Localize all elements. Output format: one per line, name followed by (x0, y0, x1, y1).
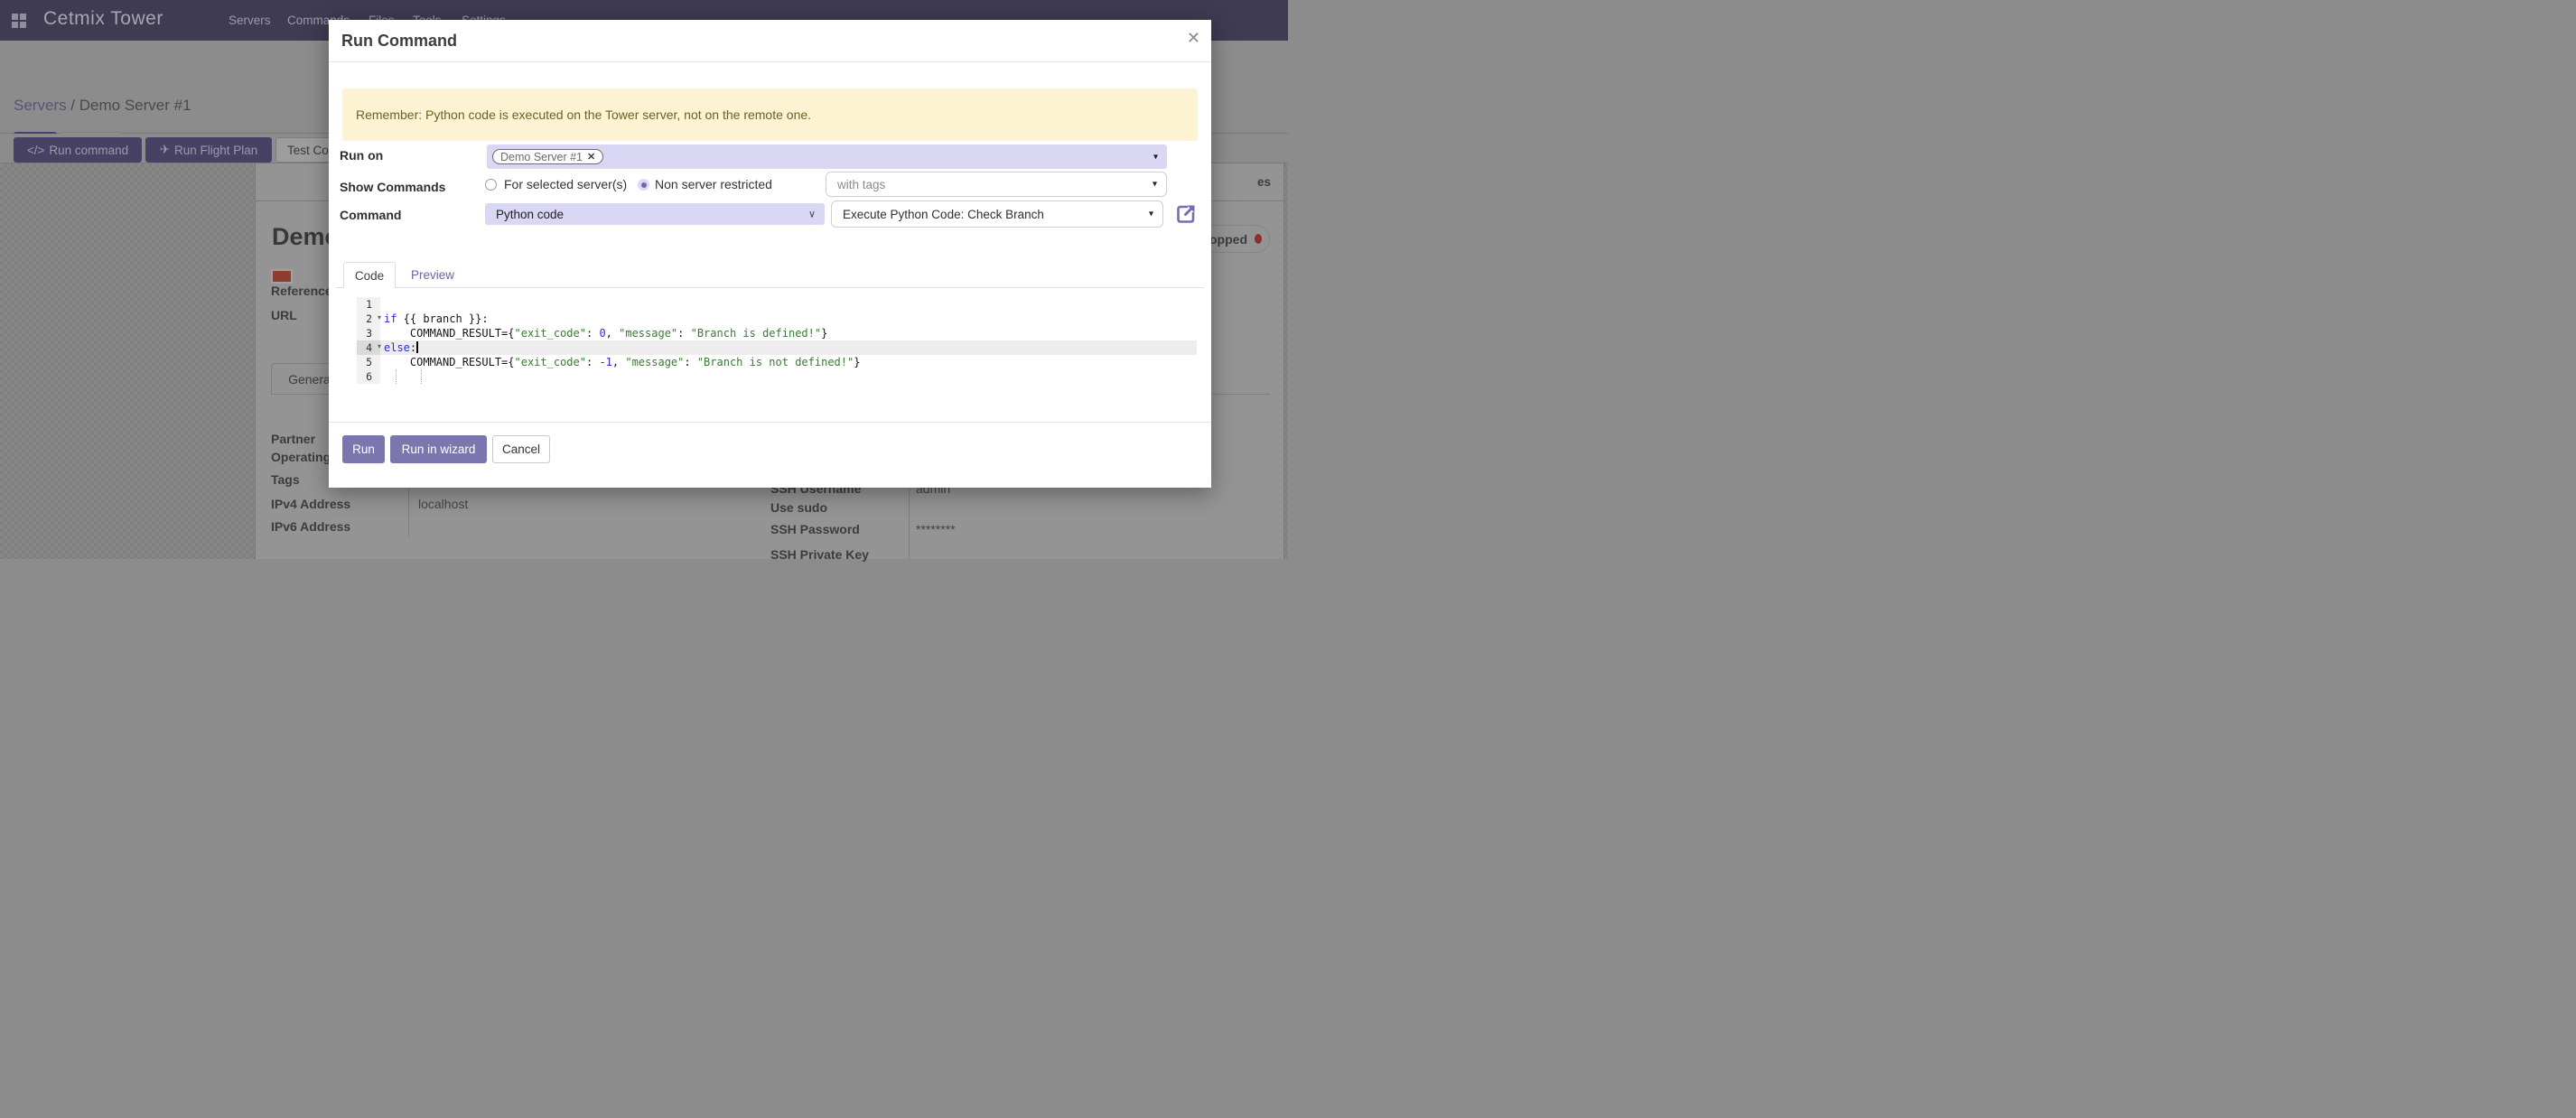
editor-line[interactable]: 4▾else: (357, 340, 1197, 355)
server-tag-label: Demo Server #1 (500, 151, 583, 163)
dialog-title: Run Command (341, 32, 457, 51)
editor-gutter-cell[interactable]: 2▾ (357, 312, 380, 326)
dropdown-caret-icon: ▾ (1149, 210, 1153, 219)
editor-line[interactable]: 3 COMMAND_RESULT={"exit_code": 0, "messa… (357, 326, 1197, 340)
editor-gutter-cell[interactable]: 5 (357, 355, 380, 369)
run-command-label: Run command (49, 144, 128, 157)
tabs-divider (336, 287, 1204, 288)
dropdown-caret-icon: ▾ (1153, 180, 1157, 190)
warning-alert: Remember: Python code is executed on the… (342, 89, 1198, 141)
code-editor[interactable]: 12▾if {{ branch }}:3 COMMAND_RESULT={"ex… (357, 297, 1197, 384)
partner-label: Partner (271, 432, 315, 446)
nav-item-servers[interactable]: Servers (229, 14, 271, 27)
breadcrumb-separator: / (67, 97, 79, 114)
operating-system-label: Operating (271, 450, 331, 464)
ssh-private-key-label: SSH Private Key (770, 547, 869, 562)
text-cursor (416, 341, 418, 353)
radio-for-selected-servers-label[interactable]: For selected server(s) (504, 177, 627, 191)
dialog-header: Run Command ✕ (329, 20, 1211, 62)
editor-gutter-cell[interactable]: 6 (357, 369, 380, 384)
command-type-select[interactable]: Python code ∨ (485, 203, 825, 225)
command-select-value: Execute Python Code: Check Branch (843, 208, 1044, 221)
smart-button-fragment[interactable]: es (1257, 175, 1271, 189)
use-sudo-label: Use sudo (770, 500, 827, 515)
command-type-value: Python code (496, 208, 564, 221)
command-label: Command (340, 208, 401, 222)
breadcrumb-current: Demo Server #1 (79, 97, 191, 114)
status-red-dot-icon (1255, 234, 1262, 244)
radio-for-selected-servers[interactable] (485, 179, 497, 191)
tab-code-label: Code (355, 269, 384, 283)
code-icon: </> (27, 144, 45, 157)
run-in-wizard-button[interactable]: Run in wizard (390, 435, 487, 463)
run-on-label: Run on (340, 148, 383, 163)
server-tag[interactable]: Demo Server #1 ✕ (492, 149, 603, 164)
footer-divider (329, 422, 1211, 423)
tag-remove-icon[interactable]: ✕ (587, 151, 595, 163)
editor-gutter-cell[interactable]: 4▾ (357, 340, 380, 355)
with-tags-placeholder: with tags (837, 178, 885, 191)
run-command-button[interactable]: </> Run command (14, 137, 142, 163)
select-chevron-icon: ∨ (808, 209, 816, 220)
apps-grid-icon[interactable] (12, 14, 26, 28)
ssh-password-value: ******** (916, 522, 956, 536)
editor-gutter-cell[interactable]: 3 (357, 326, 380, 340)
run-flight-plan-button[interactable]: ✈ Run Flight Plan (145, 137, 272, 163)
editor-line[interactable]: 5 COMMAND_RESULT={"exit_code": -1, "mess… (357, 355, 1197, 369)
tab-code[interactable]: Code (343, 262, 396, 288)
app-brand[interactable]: Cetmix Tower (43, 8, 163, 30)
ipv6-label: IPv6 Address (271, 519, 350, 534)
run-on-field[interactable]: Demo Server #1 ✕ ▾ (487, 144, 1167, 169)
close-icon[interactable]: ✕ (1187, 29, 1200, 48)
breadcrumb-servers-link[interactable]: Servers (14, 97, 67, 114)
tab-preview[interactable]: Preview (405, 262, 461, 288)
general-tab-label: General (288, 372, 333, 387)
ssh-password-label: SSH Password (770, 522, 860, 536)
column-divider-right (909, 485, 910, 559)
show-commands-label: Show Commands (340, 180, 445, 194)
plane-icon: ✈ (160, 143, 170, 157)
breadcrumb: Servers / Demo Server #1 (14, 97, 191, 115)
reference-label: Reference (271, 284, 332, 298)
external-link-icon[interactable] (1174, 202, 1198, 226)
run-flight-plan-label: Run Flight Plan (174, 144, 257, 157)
editor-gutter-cell[interactable]: 1 (357, 297, 380, 312)
command-select[interactable]: Execute Python Code: Check Branch ▾ (831, 200, 1163, 228)
ipv4-value: localhost (418, 497, 468, 511)
tags-label: Tags (271, 472, 300, 487)
radio-non-server-restricted-label[interactable]: Non server restricted (655, 177, 772, 191)
dropdown-caret-icon[interactable]: ▾ (1153, 152, 1158, 162)
server-color-swatch[interactable] (271, 269, 293, 284)
editor-line[interactable]: 6 (357, 369, 1197, 384)
editor-line[interactable]: 1 (357, 297, 1197, 312)
with-tags-select[interactable]: with tags ▾ (826, 172, 1167, 197)
column-divider-left (408, 485, 409, 537)
run-button[interactable]: Run (342, 435, 385, 463)
warning-alert-text: Remember: Python code is executed on the… (356, 107, 811, 122)
cancel-button[interactable]: Cancel (492, 435, 550, 463)
tab-preview-label: Preview (411, 268, 454, 282)
radio-non-server-restricted[interactable] (638, 179, 649, 191)
editor-line[interactable]: 2▾if {{ branch }}: (357, 312, 1197, 326)
ipv4-label: IPv4 Address (271, 497, 350, 511)
url-label: URL (271, 308, 297, 322)
run-command-dialog: Run Command ✕ Remember: Python code is e… (329, 20, 1211, 488)
